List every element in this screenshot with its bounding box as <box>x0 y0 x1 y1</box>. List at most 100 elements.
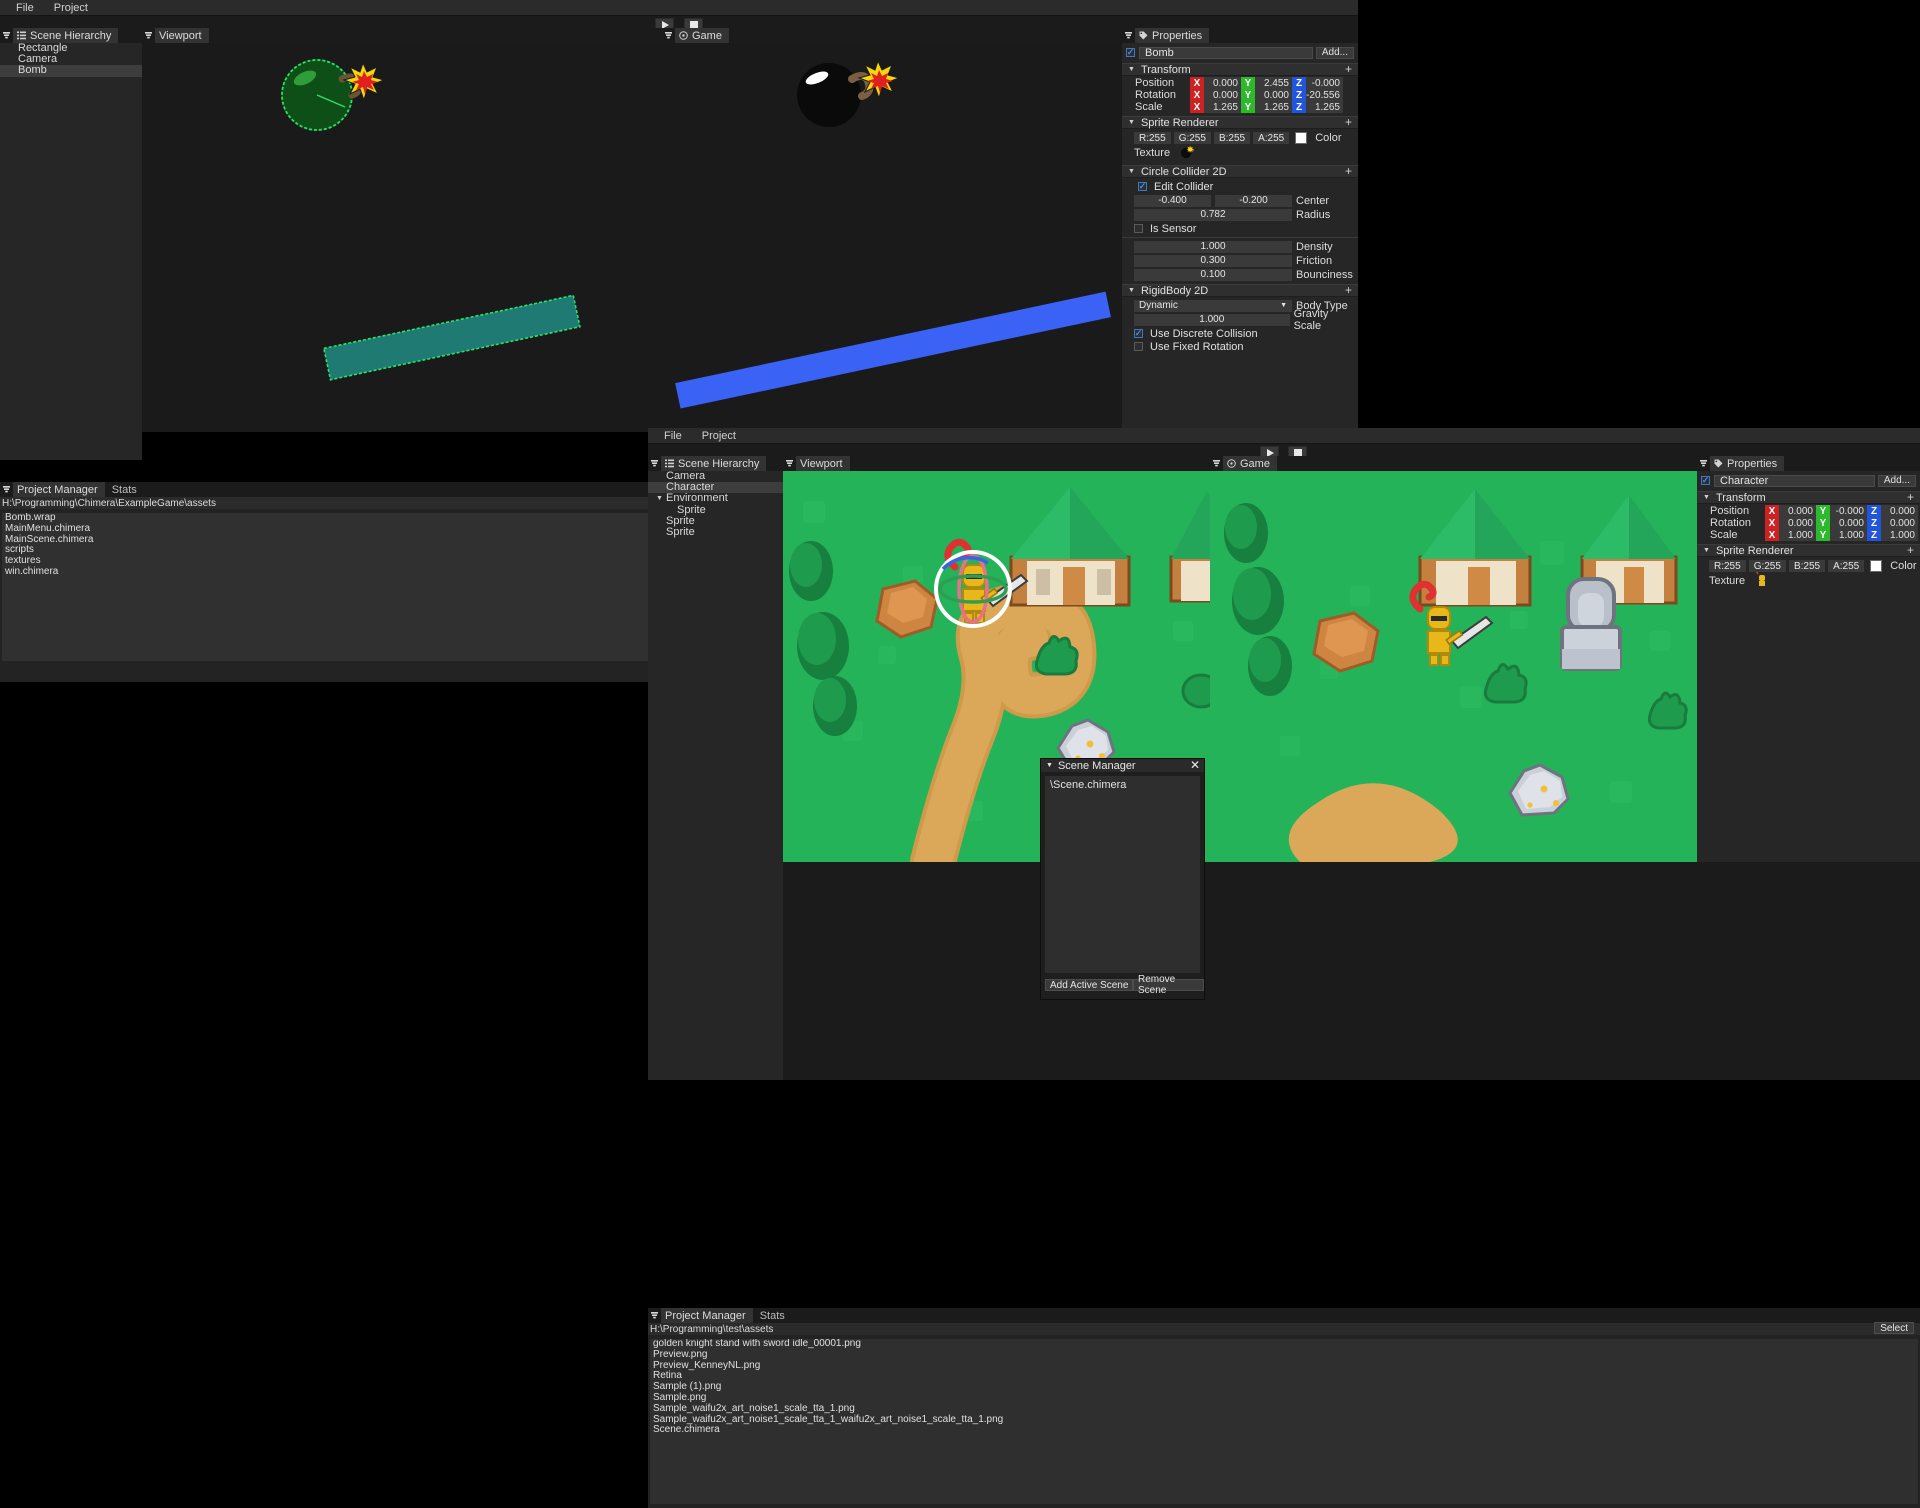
game-canvas-1[interactable] <box>662 43 1122 432</box>
texture-thumbnail[interactable] <box>1180 144 1196 162</box>
axis-y-value[interactable]: 1.265 <box>1255 101 1292 113</box>
section-circle-collider-1[interactable]: ▼ Circle Collider 2D + <box>1122 165 1358 178</box>
menu-project[interactable]: Project <box>44 0 98 16</box>
axis-y-value[interactable]: 0.000 <box>1255 89 1292 101</box>
hierarchy-item[interactable]: ▼Environment <box>648 493 783 504</box>
panel-menu-icon[interactable] <box>1210 456 1223 471</box>
scene-list-item[interactable]: \Scene.chimera <box>1045 776 1200 791</box>
chevron-down-icon[interactable]: ▼ <box>656 493 663 504</box>
add-icon[interactable]: + <box>1907 545 1914 556</box>
axis-x-value[interactable]: 0.000 <box>1779 517 1816 529</box>
panel-menu-icon[interactable] <box>0 482 13 497</box>
select-button[interactable]: Select <box>1874 1322 1914 1334</box>
section-rigidbody-1[interactable]: ▼ RigidBody 2D + <box>1122 284 1358 297</box>
panel-menu-icon[interactable] <box>1122 28 1135 43</box>
file-list-item[interactable]: Sample.png <box>650 1393 1918 1404</box>
object-name-field[interactable]: Bomb <box>1139 47 1313 59</box>
collider-center-y-field[interactable]: -0.200 <box>1215 195 1292 207</box>
object-enabled-checkbox[interactable] <box>1701 476 1710 485</box>
color-g-field[interactable]: G:255 <box>1749 560 1786 572</box>
panel-menu-icon[interactable] <box>142 28 155 43</box>
color-r-field[interactable]: R:255 <box>1709 560 1746 572</box>
tab-stats[interactable]: Stats <box>105 482 144 497</box>
add-component-button[interactable]: Add... <box>1316 47 1354 59</box>
fixed-rotation-checkbox[interactable] <box>1134 342 1143 351</box>
axis-z-value[interactable]: -0.000 <box>1306 77 1343 89</box>
file-list-item[interactable]: Preview_KenneyNL.png <box>650 1361 1918 1372</box>
section-sprite-renderer-1[interactable]: ▼ Sprite Renderer + <box>1122 116 1358 129</box>
panel-menu-icon[interactable] <box>662 28 675 43</box>
axis-x-value[interactable]: 0.000 <box>1779 505 1816 517</box>
tab-stats[interactable]: Stats <box>753 1308 792 1323</box>
file-list-item[interactable]: MainScene.chimera <box>2 535 648 546</box>
add-icon[interactable]: + <box>1345 285 1352 296</box>
color-b-field[interactable]: B:255 <box>1789 560 1825 572</box>
scene-manager-titlebar[interactable]: ▼ Scene Manager ✕ <box>1041 759 1204 772</box>
axis-y-value[interactable]: 0.000 <box>1830 517 1867 529</box>
bounciness-field[interactable]: 0.100 <box>1134 269 1292 281</box>
collider-radius-field[interactable]: 0.782 <box>1134 209 1292 221</box>
file-list-item[interactable]: Sample (1).png <box>650 1382 1918 1393</box>
add-icon[interactable]: + <box>1345 117 1352 128</box>
scene-list[interactable]: \Scene.chimera <box>1045 776 1200 973</box>
add-icon[interactable]: + <box>1345 166 1352 177</box>
remove-scene-button[interactable]: Remove Scene <box>1133 979 1204 991</box>
axis-y-value[interactable]: -0.000 <box>1830 505 1867 517</box>
axis-x-value[interactable]: 0.000 <box>1204 89 1241 101</box>
color-a-field[interactable]: A:255 <box>1253 132 1289 144</box>
file-list-item[interactable]: scripts <box>2 545 648 556</box>
tab-properties[interactable]: Properties <box>1710 456 1784 471</box>
axis-y-value[interactable]: 2.455 <box>1255 77 1292 89</box>
axis-z-value[interactable]: 0.000 <box>1881 505 1918 517</box>
color-b-field[interactable]: B:255 <box>1214 132 1250 144</box>
tab-properties[interactable]: Properties <box>1135 28 1209 43</box>
collider-center-x-field[interactable]: -0.400 <box>1134 195 1211 207</box>
axis-x-value[interactable]: 0.000 <box>1204 77 1241 89</box>
file-list-item[interactable]: golden knight stand with sword idle_0000… <box>650 1339 1918 1350</box>
file-list-item[interactable]: Sample_waifu2x_art_noise1_scale_tta_1.pn… <box>650 1404 1918 1415</box>
panel-menu-icon[interactable] <box>0 28 13 43</box>
menu-project[interactable]: Project <box>692 428 746 444</box>
tab-game[interactable]: Game <box>1223 456 1277 471</box>
axis-z-value[interactable]: -20.556 <box>1306 89 1343 101</box>
viewport-canvas-1[interactable] <box>142 43 662 432</box>
edit-collider-checkbox[interactable] <box>1138 182 1147 191</box>
friction-field[interactable]: 0.300 <box>1134 255 1292 267</box>
discrete-collision-checkbox[interactable] <box>1134 329 1143 338</box>
file-list-item[interactable]: win.chimera <box>2 567 648 578</box>
section-transform-2[interactable]: ▼ Transform + <box>1697 491 1920 504</box>
tab-game[interactable]: Game <box>675 28 729 43</box>
tab-viewport[interactable]: Viewport <box>155 28 209 43</box>
density-field[interactable]: 1.000 <box>1134 241 1292 253</box>
add-icon[interactable]: + <box>1907 492 1914 503</box>
panel-menu-icon[interactable] <box>648 1308 661 1323</box>
object-name-field[interactable]: Character <box>1714 475 1875 487</box>
tab-project-manager[interactable]: Project Manager <box>13 482 105 497</box>
hierarchy-item[interactable]: Sprite <box>648 527 783 538</box>
section-sprite-renderer-2[interactable]: ▼ Sprite Renderer + <box>1697 544 1920 557</box>
gravity-scale-field[interactable]: 1.000 <box>1134 314 1290 326</box>
texture-thumbnail[interactable] <box>1755 572 1769 591</box>
add-icon[interactable]: + <box>1345 64 1352 75</box>
panel-menu-icon[interactable] <box>783 456 796 471</box>
add-component-button[interactable]: Add... <box>1878 475 1916 487</box>
menu-file[interactable]: File <box>654 428 692 444</box>
axis-y-value[interactable]: 1.000 <box>1830 529 1867 541</box>
body-type-select[interactable]: Dynamic ▼ <box>1134 300 1292 312</box>
tab-scene-hierarchy[interactable]: Scene Hierarchy <box>13 28 118 43</box>
panel-menu-icon[interactable] <box>1697 456 1710 471</box>
axis-z-value[interactable]: 1.265 <box>1306 101 1343 113</box>
tab-project-manager[interactable]: Project Manager <box>661 1308 753 1323</box>
file-list-item[interactable]: Retina <box>650 1371 1918 1382</box>
axis-x-value[interactable]: 1.000 <box>1779 529 1816 541</box>
file-list-item[interactable]: Sample_waifu2x_art_noise1_scale_tta_1_wa… <box>650 1415 1918 1426</box>
file-list-item[interactable]: Preview.png <box>650 1350 1918 1361</box>
axis-z-value[interactable]: 1.000 <box>1881 529 1918 541</box>
axis-z-value[interactable]: 0.000 <box>1881 517 1918 529</box>
menu-file[interactable]: File <box>6 0 44 16</box>
tab-scene-hierarchy[interactable]: Scene Hierarchy <box>661 456 766 471</box>
section-transform-1[interactable]: ▼ Transform + <box>1122 63 1358 76</box>
axis-x-value[interactable]: 1.265 <box>1204 101 1241 113</box>
hierarchy-item[interactable]: Bomb <box>0 65 142 76</box>
color-swatch[interactable] <box>1870 560 1882 572</box>
